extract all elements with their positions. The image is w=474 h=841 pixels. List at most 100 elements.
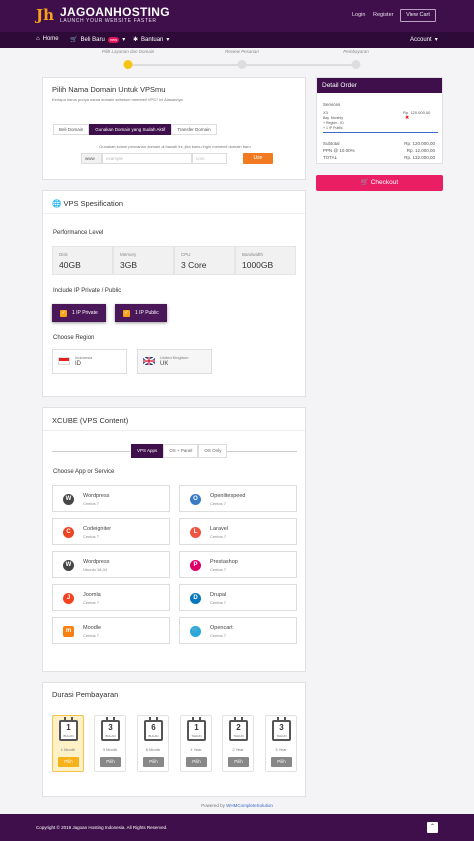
pilih-button[interactable]: Pilih [143,757,164,767]
tab-vps-apps[interactable]: VPS Apps [131,444,164,458]
domain-input[interactable]: example [102,153,192,164]
app-prestashop[interactable]: P Prestashop Centos 7 [179,551,297,578]
duration-label: 2 Year [232,747,244,752]
tab-beli-domain[interactable]: Beli Domain [53,124,90,135]
app-opencart[interactable]: 🛒 Opencart Centos 7 [179,617,297,644]
moodle-icon: m [63,626,74,637]
whmcs-link[interactable]: WHMCompleteSolution [226,803,273,808]
divider [323,132,438,133]
app-drupal[interactable]: D Drupal Centos 7 [179,584,297,611]
register-link[interactable]: Register [373,12,393,18]
brand-name-b: HOSTING [113,4,170,19]
app-os: Centos 7 [83,600,100,605]
codeigniter-icon: C [63,527,74,538]
header: Jh JAGOANHOSTING LAUNCH YOUR WEBSITE FAS… [0,0,474,32]
region-uk[interactable]: United Kingdom UK [137,349,212,374]
pilih-button[interactable]: Pilih [228,757,249,767]
spec-value: 3 Core [181,260,207,270]
duration-3-month[interactable]: 3 BULAN 3 Month Pilih [94,715,126,772]
logo-icon: Jh [36,6,55,24]
divider [43,430,305,431]
app-os: Ubuntu 18.04 [83,567,108,572]
duration-1-year[interactable]: 1 TAHUN 1 Year Pilih [180,715,212,772]
app-name: Joomla [83,592,101,598]
flag-id-icon [58,357,70,365]
spec-label: CPU [181,252,191,257]
step-label-3: Pembayaran [343,49,369,54]
app-name: Laravel [210,526,229,532]
tab-os-panel[interactable]: OS + Panel [163,444,199,458]
laravel-icon: L [190,527,201,538]
view-cart-button[interactable]: View Cart [400,9,436,22]
flag-uk-icon [143,357,155,365]
domain-subtitle[interactable]: Kenapa harus punya nama domain sebelum m… [52,97,183,102]
order-title: Detail Order [317,78,442,93]
cal-num: 1 [66,723,71,732]
step-label-1: Pilih Layanan dan Domain [101,49,155,54]
spec-title-wrap: 🌐 VPS Spesification [52,199,123,208]
nav-account[interactable]: Account ▾ [410,36,438,44]
divider [219,451,297,452]
duration-label: 1 Year [190,747,202,752]
tld-input[interactable]: com [192,153,227,164]
duration-6-month[interactable]: 6 BULAN 6 Month Pilih [137,715,169,772]
remove-icon[interactable]: ✖ [405,115,409,121]
region-name: Indonesia [75,355,93,360]
checkout-button[interactable]: 🛒 Checkout [316,175,443,191]
tab-gunakan-domain[interactable]: Gunakan Domain yang Sudah Aktif [89,124,172,135]
step-label-2: Review Pesanan [225,49,259,54]
tab-transfer-domain[interactable]: Transfer Domain [171,124,217,135]
duration-2-year[interactable]: 2 TAHUN 2 Year Pilih [222,715,254,772]
app-laravel[interactable]: L Laravel Centos 7 [179,518,297,545]
cal-unit: BULAN [105,734,116,738]
nav-beli-baru[interactable]: 🛒 Beli Baru new ▾ [70,36,125,43]
app-wordpress-ubuntu[interactable]: W Wordpress Ubuntu 18.04 [52,551,170,578]
pilih-button[interactable]: Pilih [58,757,79,767]
app-codeigniter[interactable]: C Codeigniter Centos 7 [52,518,170,545]
logo[interactable]: Jh JAGOANHOSTING LAUNCH YOUR WEBSITE FAS… [36,5,170,25]
total-label: TOTAL [323,155,338,160]
chevron-down-icon: ▾ [166,37,170,43]
app-joomla[interactable]: J Joomla Centos 7 [52,584,170,611]
subtotal-value: Rp. 120.000,00 [404,141,435,146]
cal-unit: TAHUN [233,734,244,738]
back-to-top-button[interactable]: ⌃ [427,822,438,833]
app-name: Prestashop [210,559,238,565]
use-button[interactable]: Use [243,153,273,164]
spec-label: Disk [59,252,68,257]
duration-3-year[interactable]: 3 TAHUN 3 Year Pilih [265,715,297,772]
tab-os-only[interactable]: OS Only [198,444,228,458]
main-nav: ⌂ Home 🛒 Beli Baru new ▾ ✱ Bantuan ▾ Account ▾ [0,32,474,48]
spec-cpu: CPU 3 Core [174,246,235,275]
app-os: Centos 7 [83,534,100,539]
domain-title: Pilih Nama Domain Untuk VPSmu [52,85,166,94]
pilih-button[interactable]: Pilih [271,757,292,767]
duration-1-month[interactable]: 1 BULAN 1 Month Pilih [52,715,84,772]
checkout-label: Checkout [370,179,399,186]
choose-app-label: Choose App or Service [53,469,115,475]
region-id[interactable]: Indonesia ID [52,349,127,374]
prestashop-icon: P [190,560,201,571]
nav-bantuan[interactable]: ✱ Bantuan ▾ [133,36,170,44]
nav-home[interactable]: ⌂ Home [36,36,59,42]
cal-unit: BULAN [148,734,159,738]
ip-private-toggle[interactable]: ✓ 1 IP Private [52,304,106,322]
app-name: Openlitespeed [210,493,246,499]
pilih-button[interactable]: Pilih [100,757,121,767]
app-name: Drupal [210,592,227,598]
app-name: Moodle [83,625,102,631]
app-openlitespeed[interactable]: O Openlitespeed Centos 7 [179,485,297,512]
order-line-1: Bay. Monthly [323,116,343,120]
region-code: ID [75,361,81,367]
nav-home-label: Home [42,36,59,42]
cal-unit: BULAN [63,734,74,738]
cart-icon: 🛒 [70,37,78,43]
app-moodle[interactable]: m Moodle Centos 7 [52,617,170,644]
spec-value: 3GB [120,260,138,270]
login-link[interactable]: Login [352,12,365,18]
app-wordpress-centos[interactable]: W Wordpress Centos 7 [52,485,170,512]
ip-public-toggle[interactable]: ✓ 1 IP Public [115,304,167,322]
pilih-button[interactable]: Pilih [186,757,207,767]
drupal-icon: D [190,593,201,604]
cal-num: 6 [151,723,156,732]
